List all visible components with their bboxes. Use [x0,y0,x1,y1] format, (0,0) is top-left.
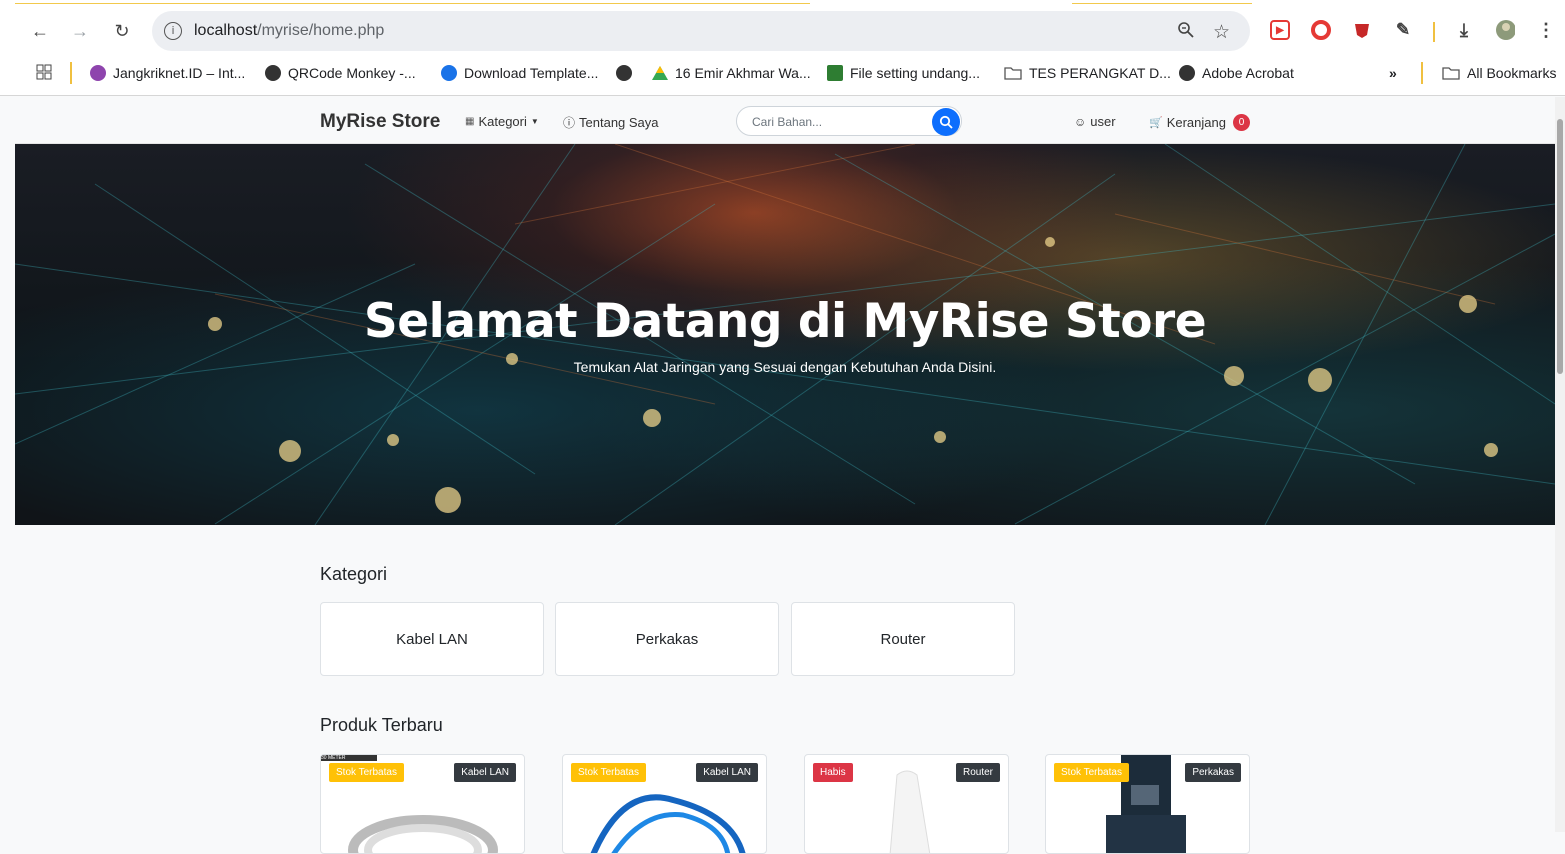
qrcode-monkey-icon [265,65,281,81]
bookmark-label: QRCode Monkey -... [288,65,416,81]
category-label: Perkakas [635,630,699,648]
category-card-router[interactable]: Router [791,602,1015,676]
site-navbar: MyRise Store ▦ Kategori ▼ ⓘ Tentang Saya… [15,97,1555,144]
url-host: localhost [194,22,258,39]
back-icon[interactable]: ← [27,18,53,44]
folder-icon [1442,67,1460,80]
apps-grid-icon[interactable] [36,64,52,80]
bookmark-separator [70,62,72,84]
user-circle-icon: ☺ [1074,114,1087,129]
brand-link[interactable]: MyRise Store [320,111,440,133]
nav-tentang-label: Tentang Saya [579,115,659,130]
bookmark-jangkriknet[interactable]: Jangkriknet.ID – Int... [90,65,245,81]
cart-count-badge: 0 [1232,114,1250,131]
grid-icon: ▦ [465,116,475,127]
product-category-badge: Router [955,763,1000,782]
bookmark-label: TES PERANGKAT D... [1029,65,1171,81]
folder-icon [1004,67,1022,80]
browser-toolbar: ← → ↻ i localhost/myrise/home.php ☆ ▶ ✎ … [0,0,1565,56]
opera-icon[interactable] [1311,20,1331,40]
category-card-kabel-lan[interactable]: Kabel LAN [320,602,544,676]
download-template-icon [441,65,457,81]
url-path: /myrise/home.php [257,22,385,39]
kategori-heading: Kategori [320,564,388,584]
category-card-perkakas[interactable]: Perkakas [555,602,779,676]
tab-strip [0,0,1565,4]
hero-title: Selamat Datang di MyRise Store [363,294,1207,349]
extension-3-icon[interactable] [1352,20,1372,40]
jangkrik-icon [90,65,106,81]
nav-tentang-saya[interactable]: ⓘ Tentang Saya [563,114,659,131]
google-drive-icon [652,66,668,80]
hero-subtitle: Temukan Alat Jaringan yang Sesuai dengan… [573,359,997,375]
nav-user-label: user [1090,114,1116,129]
page-scrollbar[interactable] [1555,97,1565,832]
bookmark-download-template[interactable]: Download Template... [441,65,598,81]
bookmarks-bar: Jangkriknet.ID – Int... QRCode Monkey -.… [0,56,1565,96]
url-text[interactable]: localhost/myrise/home.php [194,22,384,40]
extensions-puzzle-icon[interactable]: ✎ [1393,20,1413,40]
produk-terbaru-heading: Produk Terbaru [320,715,443,735]
hero-banner: Selamat Datang di MyRise Store Temukan A… [15,144,1555,525]
search-icon [939,115,953,129]
search-input[interactable]: Cari Bahan... [736,106,962,136]
bookmark-emir-akhmar[interactable]: 16 Emir Akhmar Wa... [652,65,811,81]
info-circle-icon: ⓘ [563,116,576,130]
address-bar[interactable]: i localhost/myrise/home.php ☆ [152,11,1250,51]
product-card[interactable]: 30 METER Stok Terbatas Kabel LAN [320,754,525,854]
menu-kebab-icon[interactable]: ⋮ [1536,20,1556,40]
category-label: Router [880,630,926,648]
caret-down-icon: ▼ [530,117,539,126]
all-bookmarks-label: All Bookmarks [1467,65,1557,81]
product-status-badge: Habis [813,763,853,782]
nav-keranjang-label: Keranjang [1166,115,1226,130]
globe-icon [1179,65,1195,81]
bookmarks-overflow-button[interactable]: » [1389,65,1397,81]
bookmark-star-icon[interactable]: ☆ [1213,21,1230,44]
product-status-badge: Stok Terbatas [571,763,646,782]
scrollbar-thumb[interactable] [1557,119,1563,374]
product-category-badge: Perkakas [1185,763,1241,782]
category-label: Kabel LAN [396,630,468,648]
bookmark-label: Adobe Acrobat [1202,65,1294,81]
bookmark-label: File setting undang... [850,65,980,81]
forward-icon[interactable]: → [67,18,93,44]
product-card[interactable]: Habis Router [804,754,1009,854]
bookmark-label: Jangkriknet.ID – Int... [113,65,246,81]
bookmark-label: Download Template... [464,65,599,81]
globe-icon [616,65,632,81]
product-status-badge: Stok Terbatas [329,763,404,782]
bookmark-tes-perangkat[interactable]: TES PERANGKAT D... [1004,65,1171,81]
product-category-badge: Kabel LAN [696,763,758,782]
page-viewport: MyRise Store ▦ Kategori ▼ ⓘ Tentang Saya… [0,97,1565,854]
bookmark-adobe-acrobat[interactable]: Adobe Acrobat [1179,65,1294,81]
search-placeholder: Cari Bahan... [752,115,823,129]
bookmark-globe[interactable] [616,65,632,81]
file-setting-icon [827,65,843,81]
cart-icon: 🛒 [1149,117,1163,129]
product-card[interactable]: Stok Terbatas Kabel LAN [562,754,767,854]
nav-user[interactable]: ☺ user [1074,114,1116,129]
product-category-badge: Kabel LAN [454,763,516,782]
product-status-badge: Stok Terbatas [1054,763,1129,782]
product-card[interactable]: Stok Terbatas Perkakas [1045,754,1250,854]
nav-kategori-dropdown[interactable]: ▦ Kategori ▼ [465,114,539,129]
site-info-icon[interactable]: i [164,22,182,40]
download-icon[interactable]: ⤓ [1454,20,1474,40]
extension-1-icon[interactable]: ▶ [1270,20,1290,40]
nav-keranjang[interactable]: 🛒 Keranjang 0 [1149,114,1250,131]
toolbar-divider [1433,22,1435,42]
bookmark-qrcode-monkey[interactable]: QRCode Monkey -... [265,65,416,81]
bookmark-separator [1421,62,1423,84]
nav-kategori-label: Kategori [478,114,527,129]
all-bookmarks-button[interactable]: All Bookmarks [1442,65,1556,81]
search-button[interactable] [932,108,960,136]
reload-icon[interactable]: ↻ [109,18,135,44]
zoom-icon[interactable] [1177,21,1195,44]
bookmark-file-setting[interactable]: File setting undang... [827,65,980,81]
bookmark-label: 16 Emir Akhmar Wa... [675,65,811,81]
profile-avatar-icon[interactable] [1495,20,1515,40]
